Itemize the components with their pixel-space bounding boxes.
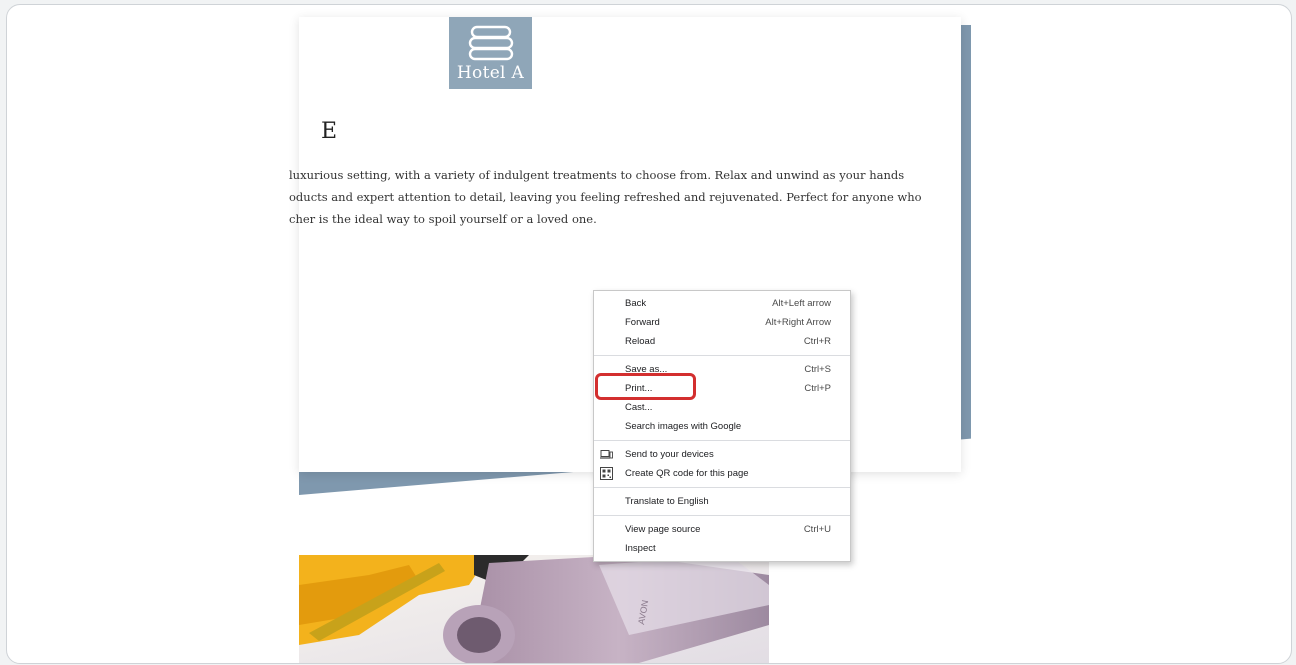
- menu-item-label: Send to your devices: [625, 449, 714, 460]
- description-line: luxurious setting, with a variety of ind…: [289, 168, 905, 182]
- description-line: oducts and expert attention to detail, l…: [289, 190, 922, 204]
- screenshot-frame: Hotel A E luxurious setting, with a vari…: [6, 4, 1292, 664]
- menu-item-translate[interactable]: Translate to English: [594, 492, 850, 511]
- menu-item-label: Create QR code for this page: [625, 468, 749, 479]
- menu-separator: [594, 515, 850, 516]
- menu-item-cast[interactable]: Cast...: [594, 398, 850, 417]
- menu-item-forward[interactable]: Forward Alt+Right Arrow: [594, 313, 850, 332]
- menu-item-shortcut: Alt+Right Arrow: [765, 317, 831, 328]
- menu-item-search-images[interactable]: Search images with Google: [594, 417, 850, 436]
- menu-item-shortcut: Ctrl+P: [804, 383, 831, 394]
- heading-text: E: [320, 119, 337, 144]
- menu-item-shortcut: Ctrl+U: [803, 524, 831, 535]
- menu-item-send-to-devices[interactable]: Send to your devices: [594, 445, 850, 464]
- menu-item-label: View page source: [625, 524, 701, 535]
- description-paragraph: luxurious setting, with a variety of ind…: [289, 164, 922, 230]
- nail-polish-photo: AVON: [299, 555, 769, 663]
- context-menu: Back Alt+Left arrow Forward Alt+Right Ar…: [593, 290, 851, 562]
- webpage-viewport: Hotel A E luxurious setting, with a vari…: [7, 5, 1291, 663]
- print-highlight-box: [595, 373, 696, 400]
- menu-item-label: Cast...: [625, 402, 653, 413]
- menu-item-shortcut: Alt+Left arrow: [772, 298, 831, 309]
- menu-item-view-source[interactable]: View page source Ctrl+U: [594, 520, 850, 539]
- menu-item-shortcut: Ctrl+R: [803, 336, 831, 347]
- description-line: cher is the ideal way to spoil yourself …: [289, 212, 597, 226]
- section-heading: E: [277, 119, 337, 144]
- hotel-logo[interactable]: Hotel A: [449, 17, 532, 89]
- menu-separator: [594, 440, 850, 441]
- menu-item-label: Translate to English: [625, 496, 709, 507]
- towel-stack-icon: [468, 25, 513, 61]
- menu-item-back[interactable]: Back Alt+Left arrow: [594, 294, 850, 313]
- logo-text: Hotel A: [456, 63, 525, 83]
- menu-separator: [594, 355, 850, 356]
- menu-item-create-qr[interactable]: Create QR code for this page: [594, 464, 850, 483]
- qr-code-icon: [600, 467, 613, 480]
- menu-separator: [594, 487, 850, 488]
- menu-item-label: Inspect: [625, 543, 656, 554]
- menu-item-label: Search images with Google: [625, 421, 742, 432]
- laptop-icon: [600, 450, 613, 459]
- menu-item-inspect[interactable]: Inspect: [594, 539, 850, 558]
- menu-item-reload[interactable]: Reload Ctrl+R: [594, 332, 850, 351]
- menu-item-label: Back: [625, 298, 647, 309]
- menu-item-label: Reload: [625, 336, 656, 347]
- menu-item-shortcut: Ctrl+S: [804, 364, 831, 375]
- menu-item-label: Forward: [625, 317, 660, 328]
